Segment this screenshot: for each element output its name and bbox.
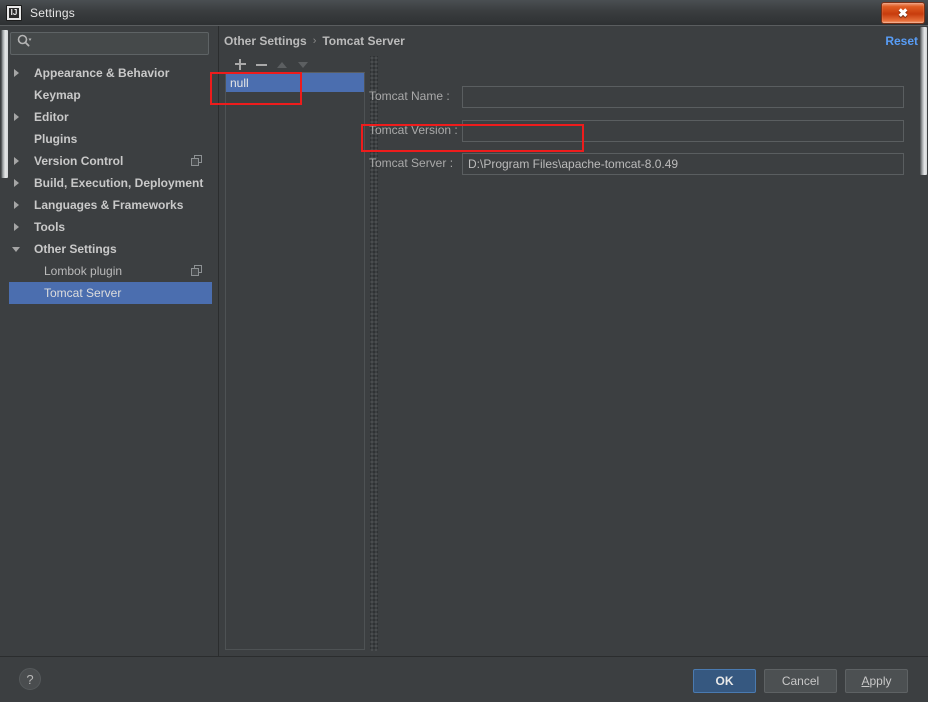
sidebar-item-tools[interactable]: Tools [8,216,212,238]
sidebar-item-appearance-behavior[interactable]: Appearance & Behavior [8,62,212,84]
help-button[interactable]: ? [19,668,41,690]
apply-button-mnemonic: A [861,674,870,688]
search-box[interactable] [10,32,209,55]
sidebar-scrollbar-thumb[interactable] [1,30,8,178]
tomcat-version-label: Tomcat Version : [369,123,458,137]
sidebar-item-other-settings[interactable]: Other Settings [8,238,212,260]
sidebar-item-tomcat-server[interactable]: Tomcat Server [8,282,212,304]
settings-dialog-window: Settings ✖ [0,0,928,702]
tomcat-server-path-input[interactable] [462,153,904,175]
list-item-label: null [230,75,249,90]
settings-dialog-body: Appearance & Behavior Keymap Editor Plug… [0,25,928,702]
field-row-tomcat-name: Tomcat Name : [363,86,908,108]
sidebar-item-label: Tomcat Server [44,286,122,300]
breadcrumb-separator-icon: › [312,35,317,47]
tomcat-server-form: Tomcat Name : Tomcat Version : Tomcat Se… [363,56,908,651]
sidebar-item-label: Lombok plugin [44,264,123,278]
window-title: Settings [30,5,75,20]
twisty-right-icon[interactable] [8,179,24,187]
field-row-tomcat-version: Tomcat Version : [363,120,908,142]
detail-scrollbar[interactable] [919,26,928,657]
remove-button[interactable] [255,58,268,71]
list-item[interactable]: null [226,73,364,92]
sidebar-item-build-execution-deployment[interactable]: Build, Execution, Deployment [8,172,212,194]
ok-button[interactable]: OK [693,669,756,693]
twisty-right-icon[interactable] [8,69,24,77]
twisty-right-icon[interactable] [8,223,24,231]
sidebar-item-label: Plugins [34,132,78,146]
sidebar-item-lombok-plugin[interactable]: Lombok plugin [8,260,212,282]
sidebar-item-label: Build, Execution, Deployment [34,176,204,190]
apply-button-label: pply [869,674,892,688]
move-up-button[interactable] [276,58,289,71]
reset-link[interactable]: Reset [885,34,918,48]
sidebar-item-plugins[interactable]: Plugins [8,128,212,150]
settings-tree: Appearance & Behavior Keymap Editor Plug… [8,62,212,304]
breadcrumb-current: Tomcat Server [322,34,405,48]
sidebar-item-languages-frameworks[interactable]: Languages & Frameworks [8,194,212,216]
sidebar-scrollbar[interactable] [0,26,9,657]
breadcrumb-root[interactable]: Other Settings [224,34,307,48]
sidebar-item-label: Other Settings [34,242,117,256]
sidebar-item-version-control[interactable]: Version Control [8,150,212,172]
move-down-button[interactable] [297,58,310,71]
search-field-wrapper [10,32,209,55]
detail-scrollbar-thumb[interactable] [920,27,927,175]
tomcat-version-input[interactable] [462,120,904,142]
twisty-down-icon[interactable] [8,246,24,252]
twisty-right-icon[interactable] [8,113,24,121]
tomcat-server-list-column: null [222,56,365,651]
close-window-button[interactable]: ✖ [881,2,925,24]
tomcat-server-list[interactable]: null [225,72,365,650]
tomcat-server-label: Tomcat Server : [369,156,454,170]
settings-detail-panel: Other Settings › Tomcat Server Reset nul… [219,26,928,657]
search-icon [17,34,32,53]
twisty-right-icon[interactable] [8,157,24,165]
field-row-tomcat-server: Tomcat Server : [363,153,908,175]
tomcat-name-label: Tomcat Name : [369,89,450,103]
close-icon: ✖ [897,6,909,20]
search-input[interactable] [32,35,208,52]
tomcat-name-input[interactable] [462,86,904,108]
sidebar-item-label: Editor [34,110,69,124]
twisty-right-icon[interactable] [8,201,24,209]
sidebar-item-label: Appearance & Behavior [34,66,170,80]
sidebar-item-editor[interactable]: Editor [8,106,212,128]
copy-icon [191,265,202,276]
sidebar-item-keymap[interactable]: Keymap [8,84,212,106]
copy-icon [191,155,202,166]
breadcrumb: Other Settings › Tomcat Server [224,34,405,48]
dialog-footer: ? OK Cancel Apply [0,656,928,702]
add-button[interactable] [234,58,247,71]
sidebar-item-label: Version Control [34,154,124,168]
sidebar-item-label: Keymap [34,88,81,102]
cancel-button[interactable]: Cancel [764,669,837,693]
apply-button[interactable]: Apply [845,669,908,693]
title-bar: Settings ✖ [0,0,928,26]
settings-category-panel: Appearance & Behavior Keymap Editor Plug… [0,26,219,657]
sidebar-item-label: Languages & Frameworks [34,198,184,212]
intellij-idea-icon [6,4,22,21]
list-toolbar [222,56,365,72]
sidebar-item-label: Tools [34,220,66,234]
